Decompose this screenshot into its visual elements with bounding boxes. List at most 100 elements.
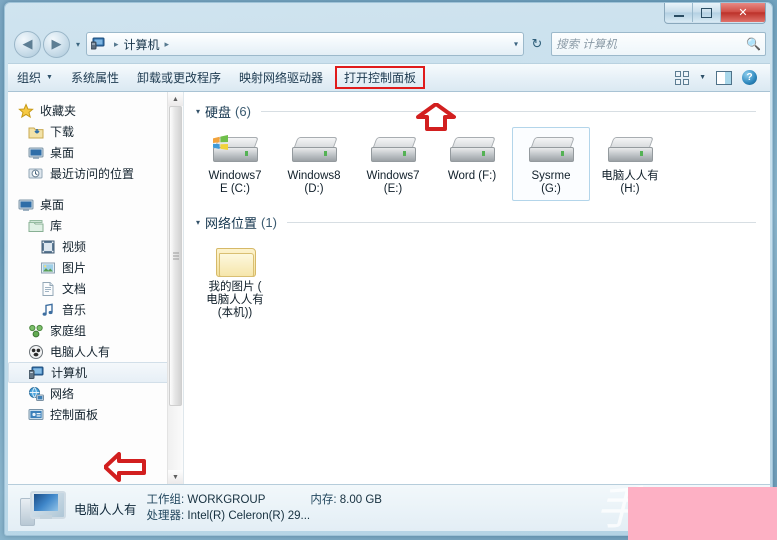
sidebar-item-network[interactable]: 网络: [8, 383, 183, 404]
drive-label: Windows7 (E:): [366, 170, 420, 195]
group-count: (1): [261, 215, 277, 230]
sidebar-item-libraries[interactable]: 库: [8, 215, 183, 236]
view-dropdown-icon[interactable]: ▼: [699, 74, 706, 81]
navigation-pane: 收藏夹 下载 桌面 最近访问的位置 桌面 库 视频 图片 文档 音乐 家庭组 电…: [8, 92, 183, 484]
toolbar-item-map-network-drive[interactable]: 映射网络驱动器: [230, 66, 332, 89]
memory-value: 8.00 GB: [339, 494, 382, 506]
close-button[interactable]: ✕: [721, 3, 765, 22]
sidebar-item-computer[interactable]: 计算机: [8, 362, 177, 383]
group-header-network-locations[interactable]: ▾ 网络位置 (1): [196, 213, 770, 232]
scroll-down-button[interactable]: ▼: [168, 470, 183, 484]
hard-drive-icon: [528, 133, 575, 167]
toolbar-item-open-control-panel[interactable]: 打开控制面板: [335, 66, 426, 89]
computer-icon: [28, 365, 45, 381]
view-options-icon[interactable]: [675, 70, 690, 85]
preview-pane-icon[interactable]: [716, 70, 732, 85]
sidebar-label: 图片: [62, 261, 87, 275]
navigation-row: ◀ ▶ ▾ ▸ 计算机 ▸ ▾ ↻ 搜索 计算机 🔍: [8, 27, 770, 61]
scroll-up-button[interactable]: ▲: [168, 92, 183, 106]
sidebar-scrollbar[interactable]: ▲ ▼: [167, 92, 183, 484]
red-left-arrow-annotation: [104, 452, 146, 482]
history-dropdown-icon[interactable]: ▾: [72, 40, 84, 49]
search-box[interactable]: 搜索 计算机 🔍: [551, 32, 766, 56]
toolbar-item-uninstall-program[interactable]: 卸载或更改程序: [128, 66, 230, 89]
star-icon: [18, 102, 34, 119]
search-icon: 🔍: [746, 37, 761, 51]
refresh-icon[interactable]: ↻: [526, 33, 548, 55]
group-header-hard-disks[interactable]: ▾ 硬盘 (6): [196, 102, 770, 121]
chevron-down-icon[interactable]: ▾: [514, 40, 518, 49]
drive-tile-f[interactable]: Word (F:): [433, 127, 511, 201]
sidebar-item-recent-places[interactable]: 最近访问的位置: [8, 163, 183, 184]
group-count: (6): [235, 104, 251, 119]
drive-tiles: Windows7 E (C:) Windows8 (D:) Windows7 (…: [196, 127, 770, 201]
help-icon[interactable]: ?: [742, 70, 757, 85]
forward-button[interactable]: ▶: [43, 30, 70, 58]
memory-label: 内存:: [310, 494, 337, 506]
drive-label: Windows7 E (C:): [208, 170, 262, 195]
content-pane: ▾ 硬盘 (6) Windows7 E (C:) Windows8 (D:) W…: [183, 92, 770, 484]
sidebar-label: 文档: [62, 282, 87, 296]
minimize-button[interactable]: [665, 3, 693, 22]
breadcrumb-separator-1[interactable]: ▸: [165, 39, 170, 50]
sidebar-item-homegroup[interactable]: 家庭组: [8, 320, 183, 341]
sidebar-label: 下载: [50, 125, 75, 139]
sidebar-label: 电脑人人有: [50, 345, 111, 359]
network-location-label: 我的图片 ( 电脑人人有 (本机)): [206, 281, 264, 319]
sidebar-label: 桌面: [50, 146, 75, 160]
sidebar-item-desktop[interactable]: 桌面: [8, 142, 183, 163]
toolbar-item-organize[interactable]: 组织 ▼: [8, 66, 62, 89]
drive-tile-e[interactable]: Windows7 (E:): [354, 127, 432, 201]
control-panel-icon: [28, 407, 44, 423]
collapse-triangle-icon[interactable]: ▾: [196, 107, 200, 116]
window-controls: ✕: [664, 3, 766, 24]
computer-status-icon: [20, 490, 66, 526]
sidebar-item-favorites[interactable]: 收藏夹: [8, 100, 183, 121]
status-details: 电脑人人有 工作组: WORKGROUP 内存: 8.00 GB 处理器: In…: [74, 492, 382, 524]
toolbar-right-controls: ▼ ?: [670, 70, 770, 85]
search-input[interactable]: 搜索 计算机: [556, 36, 746, 52]
computer-icon: [90, 37, 106, 51]
desktop-icon: [18, 197, 34, 213]
hard-drive-icon: [291, 133, 338, 167]
collapse-triangle-icon[interactable]: ▾: [196, 218, 200, 227]
screenshot-root: ✕ ◀ ▶ ▾ ▸ 计算机 ▸ ▾ ↻ 搜索 计算机 🔍 组织 ▼ 系统属性 卸…: [0, 0, 777, 540]
recent-places-icon: [28, 166, 44, 182]
scrollbar-thumb[interactable]: [169, 106, 182, 406]
sidebar-label: 控制面板: [50, 408, 99, 422]
drive-label: Sysrme (G:): [531, 170, 571, 195]
sidebar-item-videos[interactable]: 视频: [8, 236, 183, 257]
sidebar-item-documents[interactable]: 文档: [8, 278, 183, 299]
back-button[interactable]: ◀: [14, 30, 41, 58]
sidebar-label: 视频: [62, 240, 87, 254]
sidebar-item-downloads[interactable]: 下载: [8, 121, 183, 142]
address-bar[interactable]: ▸ 计算机 ▸ ▾: [86, 32, 524, 56]
drive-tile-c[interactable]: Windows7 E (C:): [196, 127, 274, 201]
status-text-block: 工作组: WORKGROUP 内存: 8.00 GB 处理器: Intel(R)…: [147, 492, 382, 524]
workgroup-label: 工作组:: [146, 494, 185, 506]
sidebar-label: 最近访问的位置: [50, 167, 135, 181]
status-computer-name: 电脑人人有: [74, 502, 137, 517]
music-icon: [40, 302, 56, 318]
toolbar-item-system-properties[interactable]: 系统属性: [62, 66, 128, 89]
hard-drive-icon: [449, 133, 496, 167]
user-icon: [28, 344, 44, 360]
group-divider: [260, 111, 756, 112]
drive-tile-g[interactable]: Sysrme (G:): [512, 127, 590, 201]
sidebar-item-music[interactable]: 音乐: [8, 299, 183, 320]
sidebar-item-control-panel[interactable]: 控制面板: [8, 404, 183, 425]
group-title: 硬盘: [205, 105, 232, 120]
pink-overlay-rectangle: [628, 487, 777, 540]
breadcrumb-item-computer[interactable]: 计算机: [124, 36, 160, 53]
sidebar-label: 库: [50, 219, 63, 233]
sidebar-item-desktop-root[interactable]: 桌面: [8, 194, 183, 215]
hard-drive-icon: [370, 133, 417, 167]
maximize-button[interactable]: [693, 3, 721, 22]
network-location-tile[interactable]: 我的图片 ( 电脑人人有 (本机)): [196, 238, 274, 325]
drive-label: Windows8 (D:): [287, 170, 341, 195]
sidebar-item-pictures[interactable]: 图片: [8, 257, 183, 278]
drive-tile-h[interactable]: 电脑人人有 (H:): [591, 127, 669, 201]
sidebar-item-user[interactable]: 电脑人人有: [8, 341, 183, 362]
drive-tile-d[interactable]: Windows8 (D:): [275, 127, 353, 201]
download-folder-icon: [28, 124, 44, 140]
